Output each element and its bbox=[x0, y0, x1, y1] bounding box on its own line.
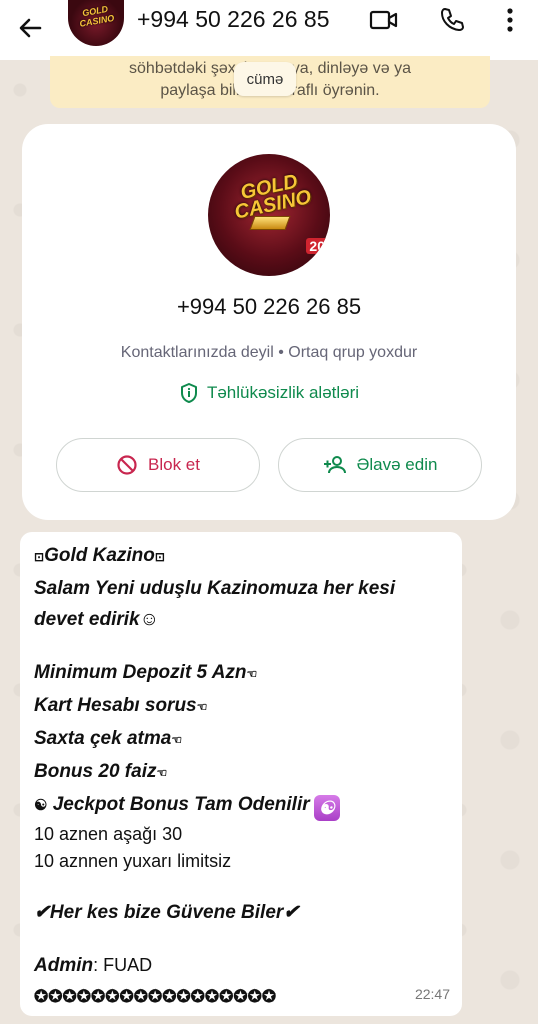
unknown-contact-card: GOLD CASINO 20 +994 50 226 26 85 Kontakt… bbox=[22, 124, 516, 520]
bullet-glyph: ⊡ bbox=[34, 550, 45, 564]
pointing-hand-icon: ☜ bbox=[171, 733, 183, 747]
message-item: Minimum Depozit 5 Azn☜ bbox=[34, 657, 450, 690]
safety-tools-label: Təhlükəsizlik alətləri bbox=[206, 383, 360, 402]
gold-bar-graphic bbox=[249, 216, 291, 230]
message-bubble[interactable]: ⊡Gold Kazino⊡ Salam Yeni uduşlu Kazinomu… bbox=[20, 532, 462, 1016]
message-line: Salam Yeni uduşlu Kazinomuza her kesi bbox=[34, 578, 396, 599]
message-line: 10 aznen aşağı 30 bbox=[34, 824, 183, 844]
block-button[interactable]: Blok et bbox=[56, 438, 260, 492]
contact-avatar[interactable]: GOLD CASINO bbox=[68, 0, 124, 46]
contact-profile-photo[interactable]: GOLD CASINO 20 bbox=[208, 154, 330, 276]
avatar-logo-text: GOLD CASINO bbox=[78, 3, 115, 29]
video-camera-icon bbox=[369, 10, 398, 30]
more-vert-icon bbox=[507, 8, 513, 32]
admin-value: : FUAD bbox=[93, 955, 153, 975]
item-text: Bonus 20 faiz bbox=[34, 761, 157, 782]
safety-tools-link[interactable]: Təhlükəsizlik alətləri bbox=[22, 382, 516, 404]
contact-subtitle: Kontaktlarınızda deyil • Ortaq qrup yoxd… bbox=[120, 344, 418, 361]
message-item: Kart Hesabı sorus☜ bbox=[34, 690, 450, 723]
add-contact-button[interactable]: Əlavə edin bbox=[278, 438, 482, 492]
message-item: Saxta çek atma☜ bbox=[34, 723, 450, 756]
message-item: Bonus 20 faiz☜ bbox=[34, 756, 450, 789]
message-title-line: ⊡Gold Kazino⊡ bbox=[34, 540, 450, 573]
message-line: devet edirik☺ bbox=[34, 609, 160, 630]
pointing-hand-icon: ☜ bbox=[196, 700, 208, 714]
message-line: 10 aznnen yuxarı limitsiz bbox=[34, 851, 232, 871]
jackpot-text: Jeckpot Bonus Tam Odenilir bbox=[52, 794, 310, 815]
block-button-label: Blok et bbox=[148, 455, 200, 474]
add-person-icon bbox=[323, 456, 346, 474]
trust-line: ✔Her kes bize Güvene Biler✔ bbox=[34, 902, 300, 923]
bullet-glyph: ⊡ bbox=[154, 550, 165, 564]
message-timestamp: 22:47 bbox=[414, 986, 450, 1002]
item-text: Kart Hesabı sorus bbox=[34, 695, 197, 716]
pointing-hand-icon: ☜ bbox=[156, 766, 168, 780]
pointing-hand-icon: ☜ bbox=[246, 667, 258, 681]
back-button[interactable] bbox=[14, 12, 46, 44]
contact-phone-number: +994 50 226 26 85 bbox=[176, 294, 362, 319]
date-chip: cümə bbox=[234, 62, 296, 96]
yin-yang-icon: ☯ bbox=[34, 797, 48, 814]
admin-label: Admin bbox=[34, 955, 94, 976]
add-contact-label: Əlavə edin bbox=[356, 455, 438, 474]
contact-title[interactable]: +994 50 226 26 85 bbox=[137, 6, 330, 33]
phone-icon bbox=[441, 8, 464, 31]
arrow-left-icon bbox=[19, 18, 42, 38]
message-title: Gold Kazino bbox=[44, 545, 155, 566]
voice-call-button[interactable] bbox=[434, 4, 470, 36]
jackpot-line: ☯ Jeckpot Bonus Tam Odenilir ☯ bbox=[34, 789, 450, 821]
stars-line: ✪✪✪✪✪✪✪✪✪✪✪✪✪✪✪✪✪ bbox=[34, 987, 277, 1006]
more-options-button[interactable] bbox=[492, 4, 528, 36]
item-text: Minimum Depozit 5 Azn bbox=[34, 662, 247, 683]
video-call-button[interactable] bbox=[366, 4, 402, 36]
shield-icon bbox=[180, 383, 197, 403]
yin-yang-emoji-icon: ☯ bbox=[313, 795, 340, 821]
chat-header: GOLD CASINO +994 50 226 26 85 bbox=[0, 0, 538, 60]
admin-line: Admin: FUAD bbox=[34, 950, 450, 981]
avatar-badge: 20 bbox=[306, 238, 328, 254]
avatar-logo-text: GOLD CASINO bbox=[223, 169, 319, 223]
item-text: Saxta çek atma bbox=[34, 728, 172, 749]
block-icon bbox=[117, 455, 137, 475]
